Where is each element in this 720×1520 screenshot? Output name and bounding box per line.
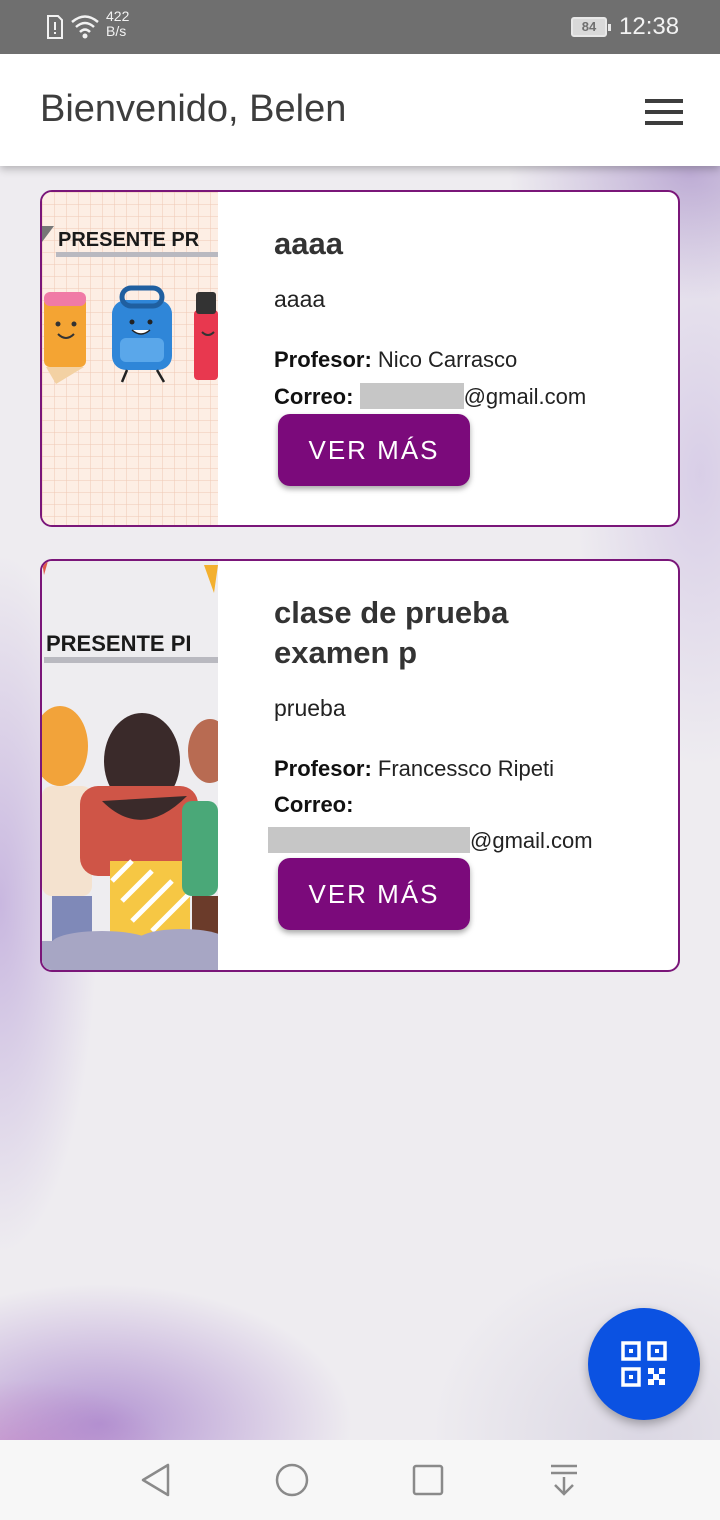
home-icon	[275, 1463, 309, 1497]
class-description: aaaa	[274, 286, 326, 312]
menu-button[interactable]	[636, 90, 692, 134]
nav-back-button[interactable]	[136, 1460, 176, 1500]
redacted-email	[268, 827, 470, 853]
notification-pull-icon	[551, 1464, 577, 1496]
system-navigation-bar	[0, 1440, 720, 1520]
class-cover-image: PRESENTE PI	[42, 561, 232, 970]
nav-notification-button[interactable]	[544, 1460, 584, 1500]
email-label: Correo:	[274, 384, 354, 409]
wifi-icon	[70, 13, 100, 44]
nav-home-button[interactable]	[272, 1460, 312, 1500]
back-icon	[141, 1463, 170, 1497]
teacher-name: Nico Carrasco	[377, 347, 518, 372]
class-email-label-line: Correo:	[274, 792, 353, 818]
page-title: Bienvenido, Belen	[40, 88, 347, 130]
network-speed-value: 422	[106, 8, 130, 24]
status-time: 12:38	[619, 13, 680, 40]
network-speed-unit: B/s	[106, 23, 127, 39]
hamburger-menu-icon	[645, 99, 683, 125]
teacher-label: Profesor:	[274, 347, 372, 372]
svg-text:PRESENTE PI: PRESENTE PI	[46, 631, 191, 656]
battery-indicator: 84	[571, 17, 611, 37]
class-email: @gmail.com	[268, 827, 593, 854]
nav-recents-button[interactable]	[408, 1460, 448, 1500]
status-bar: 422 B/s 84 12:38	[0, 0, 720, 54]
svg-text:PRESENTE PR: PRESENTE PR	[58, 229, 200, 251]
class-card: PRESENTE PI clase de prueba examen p pru…	[40, 559, 680, 972]
class-description: prueba	[274, 695, 346, 721]
redacted-email	[359, 383, 464, 409]
class-teacher: Profesor: Nico Carrasco	[274, 347, 517, 373]
teacher-label: Profesor:	[274, 756, 372, 781]
app-header: Bienvenido, Belen	[0, 54, 720, 166]
class-title: aaaa	[274, 226, 343, 261]
class-cover-image: PRESENTE PR	[42, 192, 218, 525]
class-teacher: Profesor: Francessco Ripeti	[274, 756, 554, 782]
network-speed: 422 B/s	[106, 9, 129, 39]
ver-mas-button[interactable]: VER MÁS	[278, 858, 470, 930]
email-label: Correo:	[274, 792, 354, 817]
ver-mas-button[interactable]: VER MÁS	[278, 414, 470, 486]
teacher-name: Francessco Ripeti	[377, 756, 554, 781]
class-card: PRESENTE PR aaaa aaaa Profesor: Nico Car…	[40, 190, 680, 527]
class-email: Correo: @gmail.com	[274, 383, 586, 410]
email-domain: @gmail.com	[470, 828, 593, 853]
qr-code-icon	[621, 1341, 667, 1387]
email-domain: @gmail.com	[463, 384, 587, 409]
recents-icon	[412, 1464, 444, 1496]
sim-alert-icon	[46, 15, 64, 44]
class-title: clase de prueba examen p	[274, 595, 509, 670]
scan-qr-button[interactable]	[588, 1308, 700, 1420]
